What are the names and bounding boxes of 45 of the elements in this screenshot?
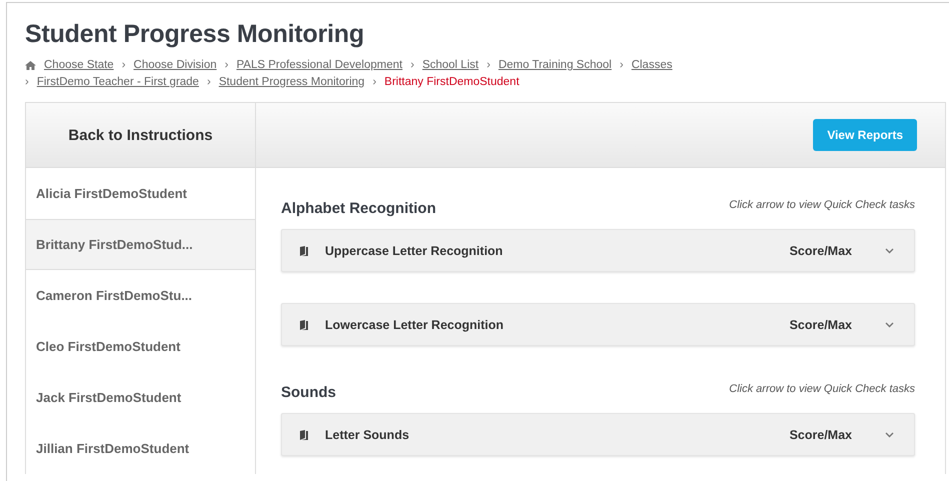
- task-name: Lowercase Letter Recognition: [325, 318, 505, 332]
- breadcrumb-separator: ›: [122, 58, 126, 73]
- back-button[interactable]: Back to Instructions: [62, 126, 219, 144]
- book-icon: [300, 430, 308, 440]
- task-row[interactable]: Lowercase Letter Recognition Score/Max: [281, 303, 915, 346]
- breadcrumb-link[interactable]: Classes: [631, 57, 672, 74]
- student-item[interactable]: Cameron FirstDemoStu...: [26, 270, 255, 321]
- breadcrumb-separator: ›: [372, 75, 376, 90]
- breadcrumb-link[interactable]: PALS Professional Development: [236, 57, 402, 74]
- book-icon: [300, 320, 308, 330]
- student-item[interactable]: Cleo FirstDemoStudent: [26, 321, 255, 372]
- breadcrumb-separator: ›: [486, 58, 490, 73]
- breadcrumb-link[interactable]: Student Progress Monitoring: [218, 74, 365, 91]
- chevron-icon[interactable]: [885, 248, 894, 254]
- page-title: Student Progress Monitoring: [25, 19, 366, 49]
- score-label: Score/Max: [789, 318, 852, 332]
- task-name: Letter Sounds: [325, 428, 410, 442]
- breadcrumb-separator: ›: [25, 75, 29, 90]
- breadcrumb-link[interactable]: Demo Training School: [498, 57, 612, 74]
- breadcrumb-separator: ›: [224, 58, 228, 73]
- task-row[interactable]: Letter Sounds Score/Max: [281, 413, 915, 456]
- breadcrumb-link[interactable]: School List: [422, 57, 479, 74]
- home-icon[interactable]: [25, 61, 36, 70]
- task-name: Uppercase Letter Recognition: [325, 244, 504, 258]
- chevron-icon[interactable]: [885, 322, 894, 328]
- student-item[interactable]: Brittany FirstDemoStud...: [26, 219, 255, 270]
- student-item[interactable]: Alicia FirstDemoStudent: [26, 168, 255, 219]
- breadcrumb-link[interactable]: Choose State: [44, 57, 114, 74]
- breadcrumb-separator: ›: [206, 75, 211, 90]
- breadcrumb-current: Brittany FirstDemoStudent: [384, 75, 520, 90]
- student-item[interactable]: Jack FirstDemoStudent: [26, 372, 255, 423]
- hint-text: Click arrow to view Quick Check tasks: [729, 383, 915, 397]
- task-row[interactable]: Uppercase Letter Recognition Score/Max: [281, 229, 915, 272]
- score-label: Score/Max: [789, 244, 852, 258]
- breadcrumb-link[interactable]: FirstDemo Teacher - First grade: [36, 74, 199, 91]
- student-item[interactable]: Jillian FirstDemoStudent: [26, 423, 255, 474]
- breadcrumb-separator: ›: [620, 58, 624, 73]
- breadcrumb-separator: ›: [410, 58, 414, 73]
- section-title: Sounds: [281, 384, 336, 401]
- chevron-icon[interactable]: [885, 432, 894, 438]
- book-icon: [300, 246, 308, 256]
- hint-text: Click arrow to view Quick Check tasks: [729, 199, 915, 213]
- section-title: Alphabet Recognition: [281, 200, 436, 217]
- breadcrumb-link[interactable]: Choose Division: [134, 57, 217, 74]
- score-label: Score/Max: [789, 428, 852, 442]
